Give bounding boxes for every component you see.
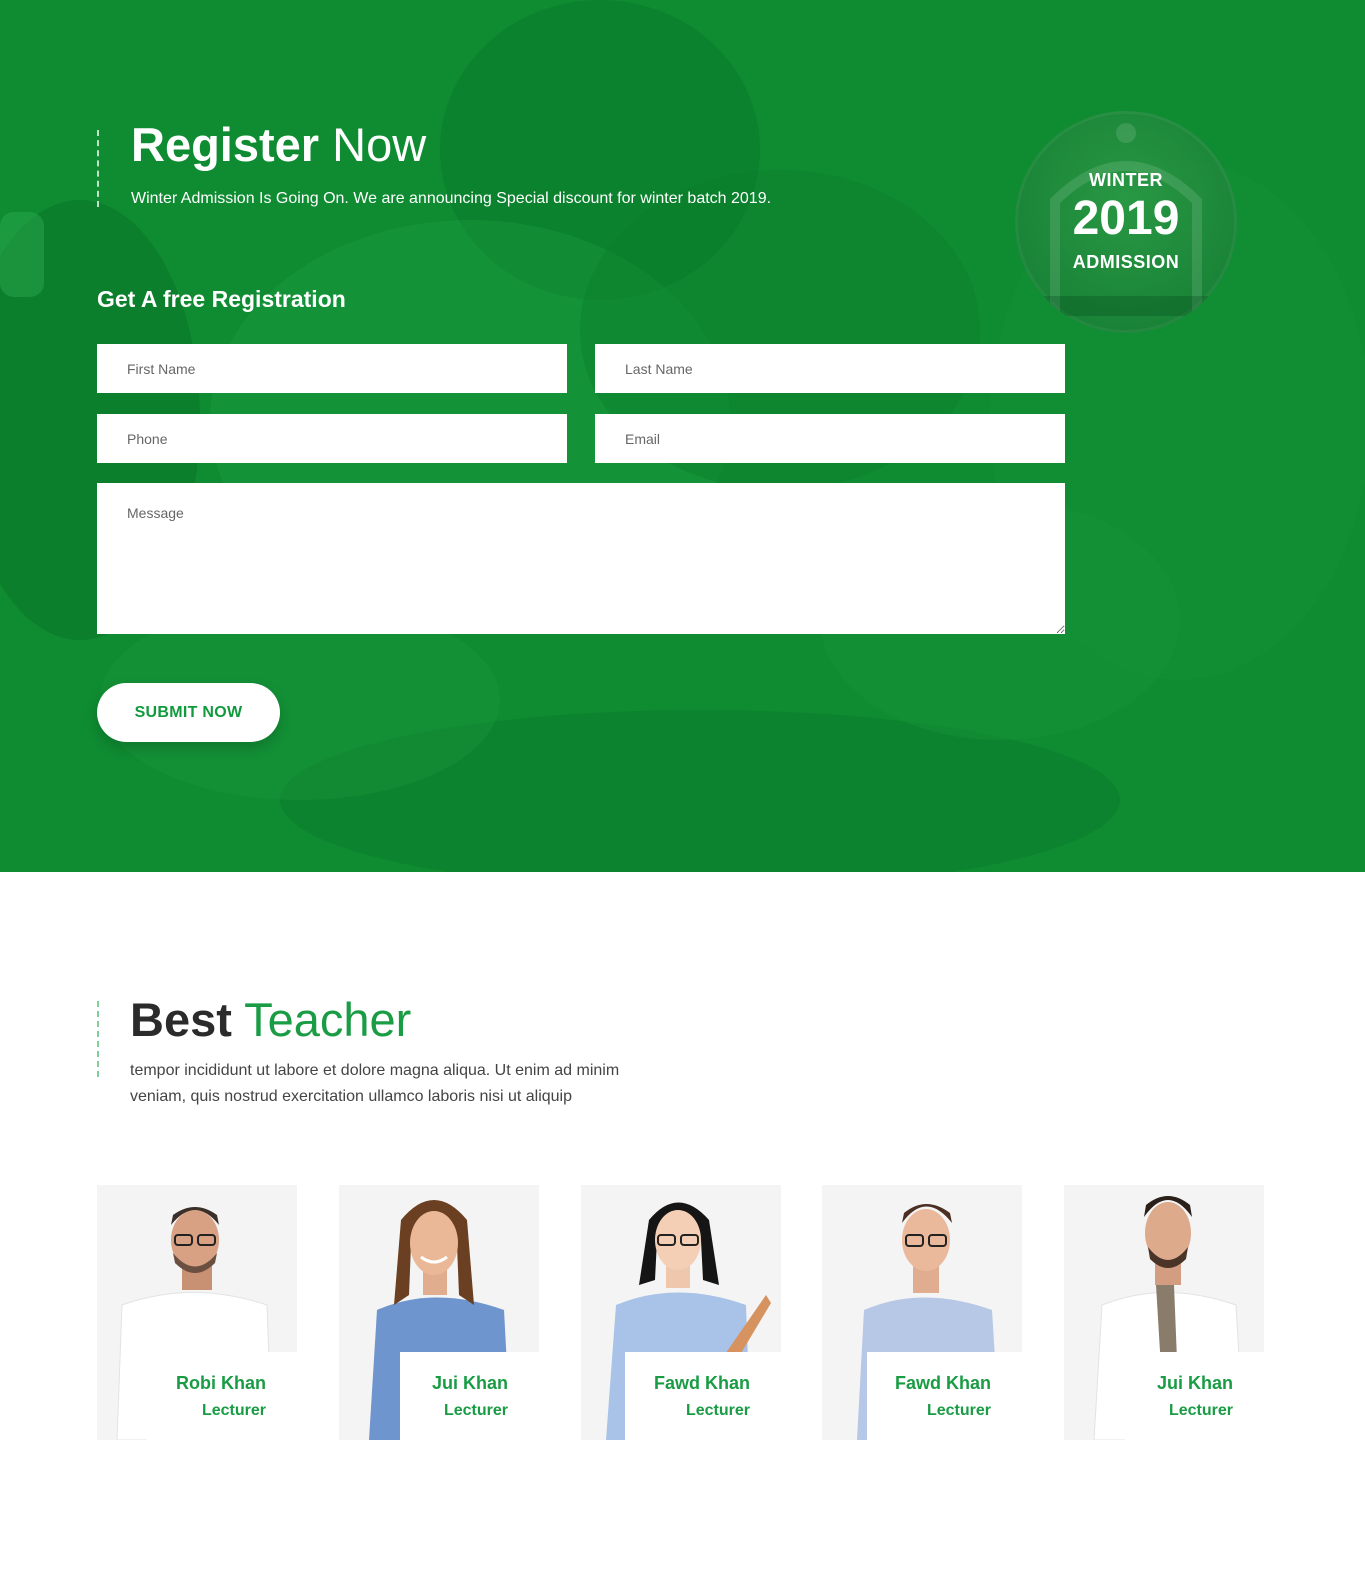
register-heading-block: Register Now Winter Admission Is Going O… (97, 121, 772, 207)
teacher-card[interactable]: Jui Khan Lecturer (339, 1185, 539, 1440)
teacher-card[interactable]: Fawd Khan Lecturer (822, 1185, 1022, 1440)
teacher-role: Lecturer (926, 1402, 991, 1419)
teacher-name[interactable]: Jui Khan (1125, 1373, 1233, 1394)
badge-year: 2019 (1072, 192, 1180, 245)
submit-button[interactable]: SUBMIT NOW (97, 683, 280, 742)
teachers-heading-block: Best Teacher tempor incididunt ut labore… (97, 993, 650, 1105)
email-input[interactable] (595, 414, 1065, 463)
teacher-role: Lecturer (443, 1402, 508, 1419)
teacher-name[interactable]: Jui Khan (400, 1373, 508, 1394)
teacher-name[interactable]: Fawd Khan (625, 1373, 750, 1394)
register-subtitle: Winter Admission Is Going On. We are ann… (131, 190, 772, 207)
teacher-name[interactable]: Fawd Khan (867, 1373, 991, 1394)
badge-season: WINTER (1089, 170, 1163, 190)
first-name-input[interactable] (97, 344, 567, 393)
teacher-info: Robi Khan Lecturer (147, 1352, 297, 1440)
teacher-name[interactable]: Robi Khan (147, 1373, 266, 1394)
phone-input[interactable] (97, 414, 567, 463)
last-name-input[interactable] (595, 344, 1065, 393)
register-section: Register Now Winter Admission Is Going O… (0, 0, 1365, 872)
register-title: Register Now (131, 118, 427, 171)
teacher-card[interactable]: Jui Khan Lecturer (1064, 1185, 1264, 1440)
badge-admission: ADMISSION (1072, 252, 1180, 272)
teacher-role: Lecturer (685, 1402, 750, 1419)
teacher-info: Fawd Khan Lecturer (625, 1352, 781, 1440)
message-textarea[interactable] (97, 483, 1065, 634)
teacher-card[interactable]: Robi Khan Lecturer (97, 1185, 297, 1440)
teacher-card[interactable]: Fawd Khan Lecturer (581, 1185, 781, 1440)
admission-badge: WINTER 2019 ADMISSION (1015, 111, 1237, 333)
teacher-role: Lecturer (201, 1402, 266, 1419)
teacher-info: Jui Khan Lecturer (1125, 1352, 1264, 1440)
form-title: Get A free Registration (97, 286, 346, 312)
teacher-info: Fawd Khan Lecturer (867, 1352, 1022, 1440)
teacher-role: Lecturer (1168, 1402, 1233, 1419)
teachers-description: tempor incididunt ut labore et dolore ma… (130, 1062, 620, 1105)
teachers-title: Best Teacher (130, 993, 412, 1046)
teacher-info: Jui Khan Lecturer (400, 1352, 539, 1440)
